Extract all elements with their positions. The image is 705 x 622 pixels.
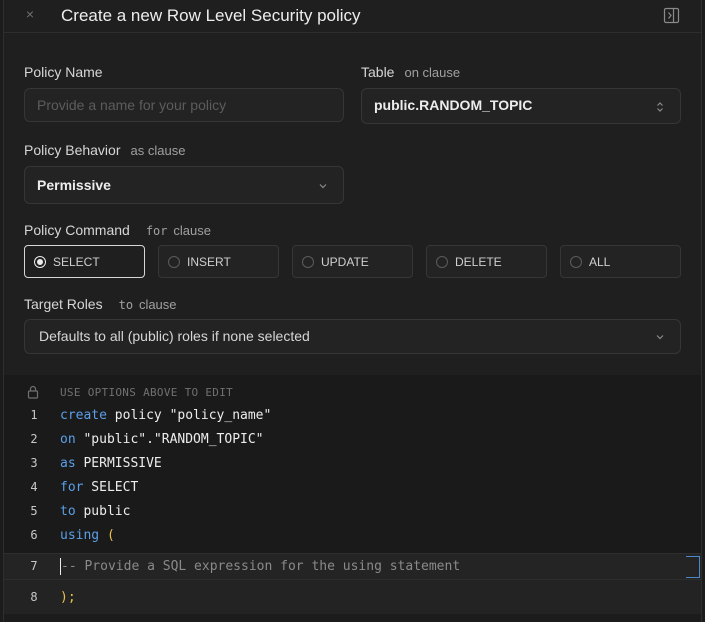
command-option-label: INSERT bbox=[187, 255, 231, 269]
line-number: 3 bbox=[30, 456, 38, 470]
code-line: as PERMISSIVE bbox=[60, 456, 162, 471]
command-option-select[interactable]: SELECT bbox=[24, 245, 145, 278]
panel-header: × Create a new Row Level Security policy bbox=[4, 0, 701, 33]
code-keyword: to bbox=[60, 504, 76, 519]
command-option-label: ALL bbox=[589, 255, 611, 269]
sql-editor[interactable]: USE OPTIONS ABOVE TO EDIT 1 create polic… bbox=[4, 375, 701, 622]
line-number: 2 bbox=[30, 432, 38, 446]
line-number: 7 bbox=[30, 559, 38, 573]
behavior-label: Policy Behavior as clause bbox=[24, 142, 185, 158]
code-paren: ( bbox=[99, 528, 115, 543]
table-label-text: Table bbox=[361, 64, 395, 80]
close-icon[interactable]: × bbox=[22, 6, 38, 22]
roles-sublabel: clause bbox=[138, 297, 177, 312]
chevron-updown-icon bbox=[657, 102, 663, 112]
roles-label-text: Target Roles bbox=[24, 296, 103, 312]
lock-icon bbox=[27, 385, 39, 399]
command-option-insert[interactable]: INSERT bbox=[158, 245, 279, 278]
roles-label: Target Roles to clause bbox=[24, 296, 177, 312]
code-text: policy "policy_name" bbox=[106, 408, 272, 423]
chevron-down-icon bbox=[656, 335, 664, 340]
sql-editor-readonly: USE OPTIONS ABOVE TO EDIT 1 create polic… bbox=[4, 375, 701, 553]
panel-toggle-icon[interactable] bbox=[663, 7, 680, 24]
code-text: "public"."RANDOM_TOPIC" bbox=[75, 432, 264, 447]
line-number: 6 bbox=[30, 528, 38, 542]
behavior-select[interactable]: Permissive bbox=[24, 166, 344, 204]
code-paren-close: ); bbox=[60, 590, 76, 605]
command-sublabel-mono: for bbox=[145, 224, 168, 238]
radio-icon bbox=[570, 256, 582, 268]
code-keyword: as bbox=[60, 456, 76, 471]
command-label-text: Policy Command bbox=[24, 222, 130, 238]
behavior-select-value: Permissive bbox=[37, 177, 111, 193]
command-option-update[interactable]: UPDATE bbox=[292, 245, 413, 278]
radio-icon bbox=[436, 256, 448, 268]
table-select[interactable]: public.RANDOM_TOPIC bbox=[361, 88, 681, 124]
line-number: 4 bbox=[30, 480, 38, 494]
roles-sublabel-mono: to bbox=[118, 298, 134, 312]
policy-name-input[interactable]: Provide a name for your policy bbox=[24, 88, 344, 122]
radio-icon bbox=[302, 256, 314, 268]
command-option-delete[interactable]: DELETE bbox=[426, 245, 547, 278]
radio-icon bbox=[168, 256, 180, 268]
line-highlight-box bbox=[686, 556, 700, 578]
code-comment: -- Provide a SQL expression for the usin… bbox=[61, 559, 461, 574]
radio-selected-icon bbox=[34, 256, 46, 268]
code-paren-text: ( bbox=[99, 528, 115, 543]
behavior-sublabel: as clause bbox=[130, 143, 186, 158]
line-number: 8 bbox=[30, 590, 38, 604]
line-number: 5 bbox=[30, 504, 38, 518]
code-keyword: create bbox=[60, 408, 107, 423]
code-keyword: on bbox=[60, 432, 76, 447]
code-line-closing: 8 ); bbox=[4, 580, 701, 614]
code-text: public bbox=[75, 504, 131, 519]
code-line: using ( bbox=[60, 528, 115, 543]
editor-footer bbox=[4, 614, 701, 622]
code-text: PERMISSIVE bbox=[75, 456, 162, 471]
code-keyword: using bbox=[60, 528, 100, 543]
table-select-value: public.RANDOM_TOPIC bbox=[374, 97, 533, 113]
table-sublabel: on clause bbox=[404, 65, 461, 80]
command-sublabel: clause bbox=[173, 223, 211, 238]
code-text: SELECT bbox=[83, 480, 139, 495]
rls-policy-panel: × Create a new Row Level Security policy… bbox=[3, 0, 702, 622]
editor-hint: USE OPTIONS ABOVE TO EDIT bbox=[60, 386, 234, 399]
roles-select[interactable]: Defaults to all (public) roles if none s… bbox=[24, 319, 681, 354]
code-text: ); bbox=[60, 590, 76, 605]
command-label: Policy Command for clause bbox=[24, 222, 211, 238]
policy-name-placeholder: Provide a name for your policy bbox=[37, 97, 227, 113]
roles-select-value: Defaults to all (public) roles if none s… bbox=[39, 328, 310, 344]
code-line: on "public"."RANDOM_TOPIC" bbox=[60, 432, 264, 447]
code-keyword: for bbox=[60, 480, 84, 495]
policy-name-label: Policy Name bbox=[24, 64, 103, 80]
code-line: to public bbox=[60, 504, 130, 519]
line-number: 1 bbox=[30, 408, 38, 422]
command-option-all[interactable]: ALL bbox=[560, 245, 681, 278]
code-line: for SELECT bbox=[60, 480, 138, 495]
editable-line[interactable]: 7 -- Provide a SQL expression for the us… bbox=[4, 553, 701, 580]
table-label: Table on clause bbox=[361, 64, 460, 80]
command-option-label: SELECT bbox=[53, 255, 100, 269]
behavior-label-text: Policy Behavior bbox=[24, 142, 121, 158]
command-option-label: UPDATE bbox=[321, 255, 369, 269]
panel-title: Create a new Row Level Security policy bbox=[61, 6, 361, 25]
chevron-down-icon bbox=[319, 184, 327, 189]
code-line: create policy "policy_name" bbox=[60, 408, 271, 423]
command-option-label: DELETE bbox=[455, 255, 502, 269]
